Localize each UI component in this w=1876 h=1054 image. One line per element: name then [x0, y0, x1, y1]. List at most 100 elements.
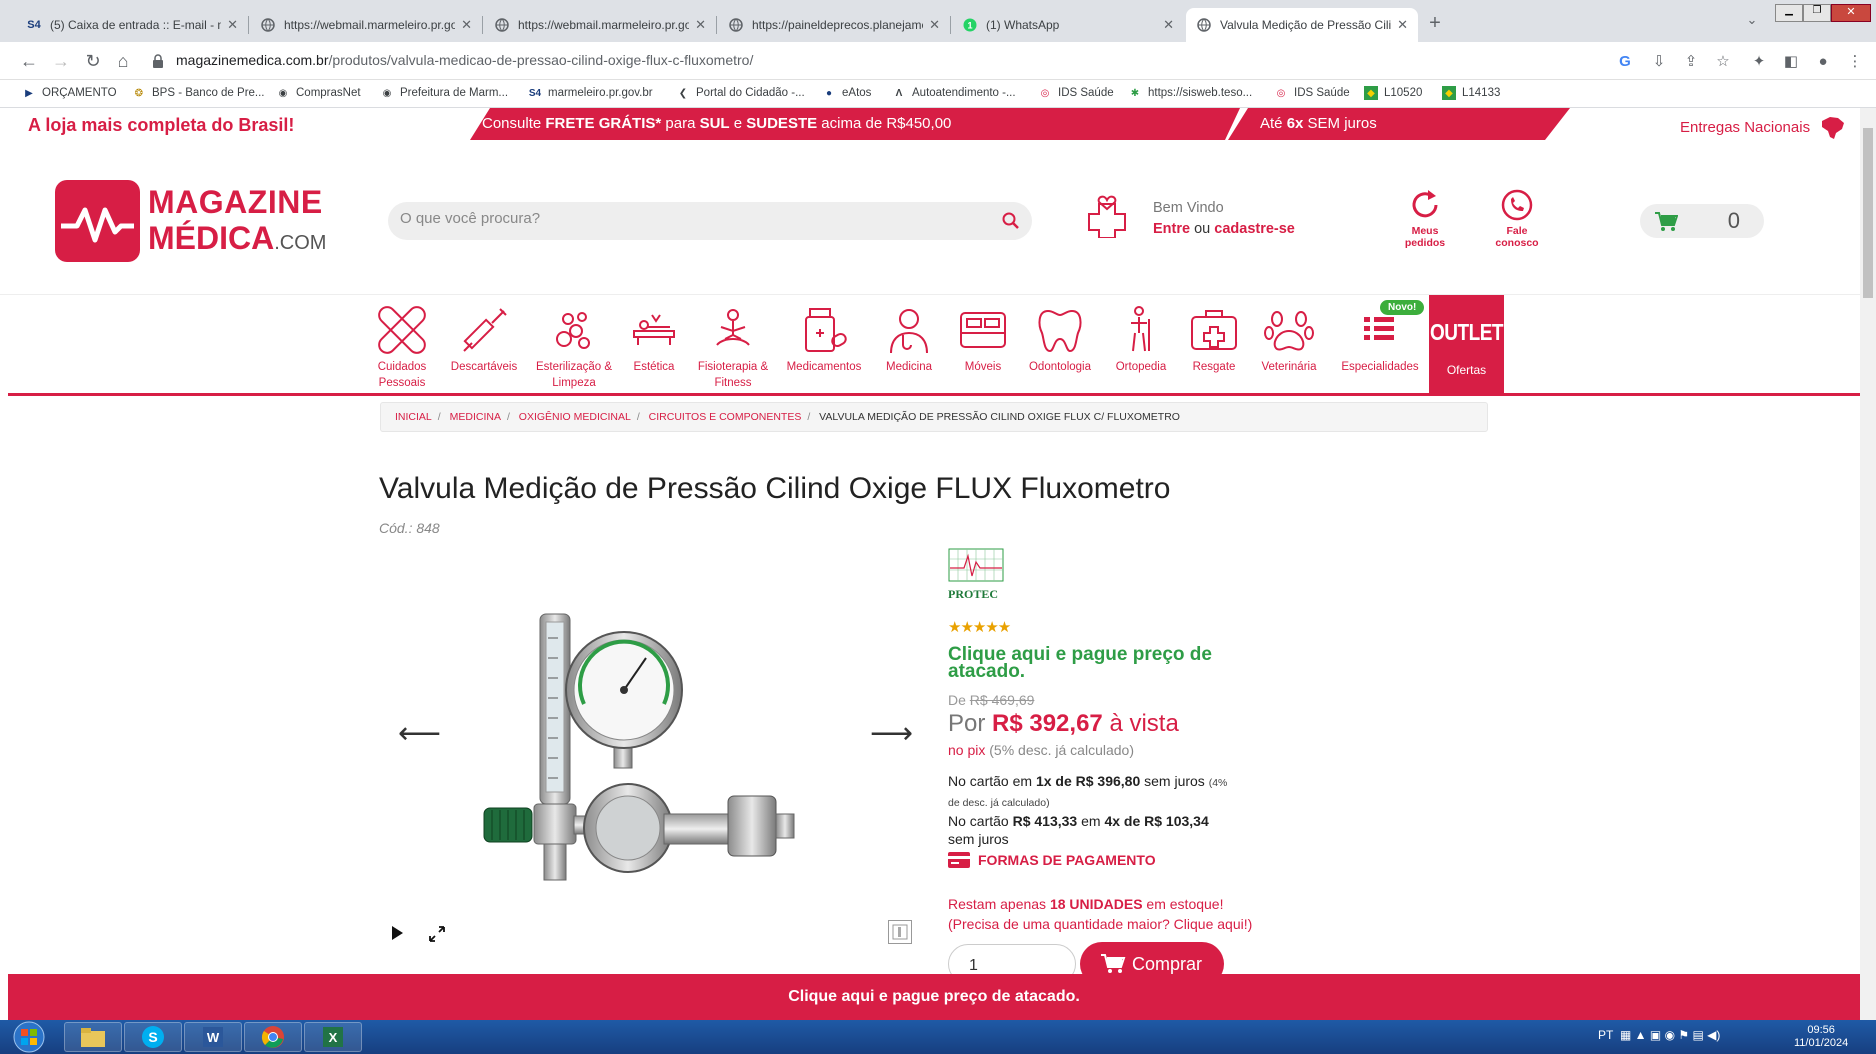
- play-icon[interactable]: [390, 925, 404, 941]
- lock-icon[interactable]: [152, 54, 164, 68]
- taskbar-explorer[interactable]: [64, 1022, 122, 1052]
- close-window-button[interactable]: ✕: [1831, 4, 1871, 22]
- browser-tab-5[interactable]: 1 (1) WhatsApp ✕: [952, 8, 1184, 42]
- register-link[interactable]: cadastre-se: [1214, 221, 1295, 237]
- clock[interactable]: 09:56 11/01/2024: [1794, 1024, 1848, 1050]
- next-image-arrow[interactable]: ⟶: [870, 716, 913, 751]
- fullscreen-icon[interactable]: [428, 925, 446, 943]
- profile-icon[interactable]: ●: [1812, 50, 1834, 72]
- category-odontologia[interactable]: Odontologia: [1024, 305, 1096, 375]
- reload-button[interactable]: ↻: [80, 48, 106, 74]
- logo-text[interactable]: MAGAZINE: [148, 184, 323, 221]
- taskbar-word[interactable]: W: [184, 1022, 242, 1052]
- account-heart-icon[interactable]: [1085, 190, 1129, 238]
- prev-image-arrow[interactable]: ⟵: [398, 716, 441, 751]
- bookmark-item[interactable]: ▶ ORÇAMENTO: [22, 86, 116, 100]
- bookmark-item[interactable]: ◎ IDS Saúde: [1038, 86, 1114, 100]
- close-tab-icon[interactable]: ✕: [227, 17, 238, 33]
- tab-search-icon[interactable]: ⌄: [1740, 12, 1764, 36]
- category-medicina[interactable]: Medicina: [878, 305, 940, 375]
- minimize-button[interactable]: ▁: [1775, 4, 1803, 22]
- category-especialidades[interactable]: Especialidades: [1336, 305, 1424, 375]
- category-estetica[interactable]: Estética: [624, 305, 684, 375]
- browser-tab-2[interactable]: https://webmail.marmeleiro.pr.go ✕: [250, 8, 482, 42]
- bookmark-item[interactable]: ◉ Prefeitura de Marm...: [380, 86, 508, 100]
- browser-tab-active[interactable]: Valvula Medição de Pressão Cilin ✕: [1186, 8, 1418, 42]
- taskbar-skype[interactable]: S: [124, 1022, 182, 1052]
- share-icon[interactable]: ⇪: [1680, 50, 1702, 72]
- my-orders-button[interactable]: Meus pedidos: [1400, 188, 1450, 249]
- image-thumbnail[interactable]: [888, 920, 912, 944]
- bookmark-item[interactable]: ❮ Portal do Cidadão -...: [676, 86, 805, 100]
- search-input[interactable]: [400, 210, 980, 227]
- breadcrumb-link[interactable]: CIRCUITOS E COMPONENTES: [649, 411, 802, 423]
- category-medicamentos[interactable]: Medicamentos: [784, 305, 864, 375]
- language-indicator[interactable]: PT: [1598, 1028, 1613, 1042]
- bookmark-item[interactable]: Λ Autoatendimento -...: [892, 86, 1016, 100]
- bookmark-item[interactable]: ◉ ComprasNet: [276, 86, 361, 100]
- category-fisioterapia[interactable]: Fisioterapia & Fitness: [692, 305, 774, 391]
- bookmark-item[interactable]: ● eAtos: [822, 86, 871, 100]
- browser-tab-4[interactable]: https://paineldeprecos.planejame ✕: [718, 8, 950, 42]
- logo-text-2[interactable]: MÉDICA.COM: [148, 220, 326, 257]
- browser-tab-3[interactable]: https://webmail.marmeleiro.pr.go ✕: [484, 8, 716, 42]
- category-cuidados-pessoais[interactable]: Cuidados Pessoais: [370, 305, 434, 391]
- close-tab-icon[interactable]: ✕: [1163, 17, 1174, 33]
- sticky-wholesale-bar[interactable]: Clique aqui e pague preço de atacado.: [8, 974, 1860, 1020]
- category-moveis[interactable]: Móveis: [954, 305, 1012, 375]
- national-delivery-text: Entregas Nacionais: [1680, 115, 1848, 141]
- bookmark-item[interactable]: ◆ L10520: [1364, 86, 1422, 100]
- bookmark-star-icon[interactable]: ☆: [1712, 50, 1734, 72]
- taskbar-excel[interactable]: X: [304, 1022, 362, 1052]
- close-tab-icon[interactable]: ✕: [461, 17, 472, 33]
- product-image[interactable]: [478, 608, 828, 888]
- home-button[interactable]: ⌂: [110, 48, 136, 74]
- breadcrumb-link[interactable]: MEDICINA: [450, 411, 501, 423]
- category-esterilizacao[interactable]: Esterilização & Limpeza: [532, 305, 616, 391]
- logo-icon[interactable]: [55, 180, 140, 262]
- bookmark-item[interactable]: ◎ IDS Saúde: [1274, 86, 1350, 100]
- scrollbar-thumb[interactable]: [1863, 128, 1873, 298]
- taskbar-chrome[interactable]: [244, 1022, 302, 1052]
- globe-icon: [728, 17, 744, 33]
- url-field[interactable]: magazinemedica.com.br/produtos/valvula-m…: [176, 52, 753, 68]
- brand-logo[interactable]: PROTEC: [948, 548, 1004, 601]
- close-tab-icon[interactable]: ✕: [1397, 17, 1408, 33]
- bookmark-item[interactable]: ❂ BPS - Banco de Pre...: [132, 86, 265, 100]
- login-link[interactable]: Entre: [1153, 221, 1190, 237]
- outlet-button[interactable]: OUTLET Ofertas: [1429, 295, 1504, 395]
- bookmark-item[interactable]: ◆ L14133: [1442, 86, 1500, 100]
- contact-button[interactable]: Fale conosco: [1492, 188, 1542, 249]
- category-ortopedia[interactable]: Ortopedia: [1108, 305, 1174, 375]
- close-tab-icon[interactable]: ✕: [695, 17, 706, 33]
- larger-quantity-link[interactable]: (Precisa de uma quantidade maior? Clique…: [948, 916, 1252, 932]
- forward-button[interactable]: →: [48, 48, 74, 74]
- google-icon[interactable]: G: [1614, 50, 1636, 72]
- category-descartaveis[interactable]: Descartáveis: [446, 305, 522, 375]
- breadcrumb-link[interactable]: OXIGÊNIO MEDICINAL: [519, 411, 631, 423]
- bookmark-item[interactable]: ✱ https://sisweb.teso...: [1128, 86, 1252, 100]
- start-button-icon[interactable]: [6, 1021, 52, 1053]
- browser-tab-1[interactable]: S4 (5) Caixa de entrada :: E-mail - m ✕: [16, 8, 248, 42]
- close-tab-icon[interactable]: ✕: [929, 17, 940, 33]
- install-icon[interactable]: ⇩: [1648, 50, 1670, 72]
- breadcrumb-link[interactable]: INICIAL: [395, 411, 432, 423]
- extensions-icon[interactable]: ✦: [1748, 50, 1770, 72]
- new-tab-button[interactable]: +: [1422, 12, 1448, 38]
- svg-text:X: X: [329, 1030, 338, 1045]
- search-icon[interactable]: [1000, 210, 1022, 232]
- payment-forms-link[interactable]: FORMAS DE PAGAMENTO: [948, 852, 1156, 868]
- rating-stars[interactable]: ★★★★★: [948, 618, 1011, 636]
- category-veterinaria[interactable]: Veterinária: [1256, 305, 1322, 375]
- category-resgate[interactable]: Resgate: [1186, 305, 1242, 375]
- menu-icon[interactable]: ⋮: [1844, 50, 1866, 72]
- stock-info[interactable]: Restam apenas 18 UNIDADES em estoque! (Pr…: [948, 894, 1252, 934]
- side-panel-icon[interactable]: ◧: [1780, 50, 1802, 72]
- bookmark-label: L14133: [1462, 87, 1501, 99]
- cart-button[interactable]: 0: [1640, 204, 1764, 238]
- bookmark-item[interactable]: S4 marmeleiro.pr.gov.br: [528, 86, 653, 100]
- back-button[interactable]: ←: [16, 48, 42, 74]
- free-shipping-text[interactable]: Consulte FRETE GRÁTIS* para SUL e SUDEST…: [482, 115, 951, 132]
- maximize-button[interactable]: ❐: [1803, 4, 1831, 22]
- wholesale-link[interactable]: Clique aqui e pague preço de atacado.: [948, 645, 1268, 681]
